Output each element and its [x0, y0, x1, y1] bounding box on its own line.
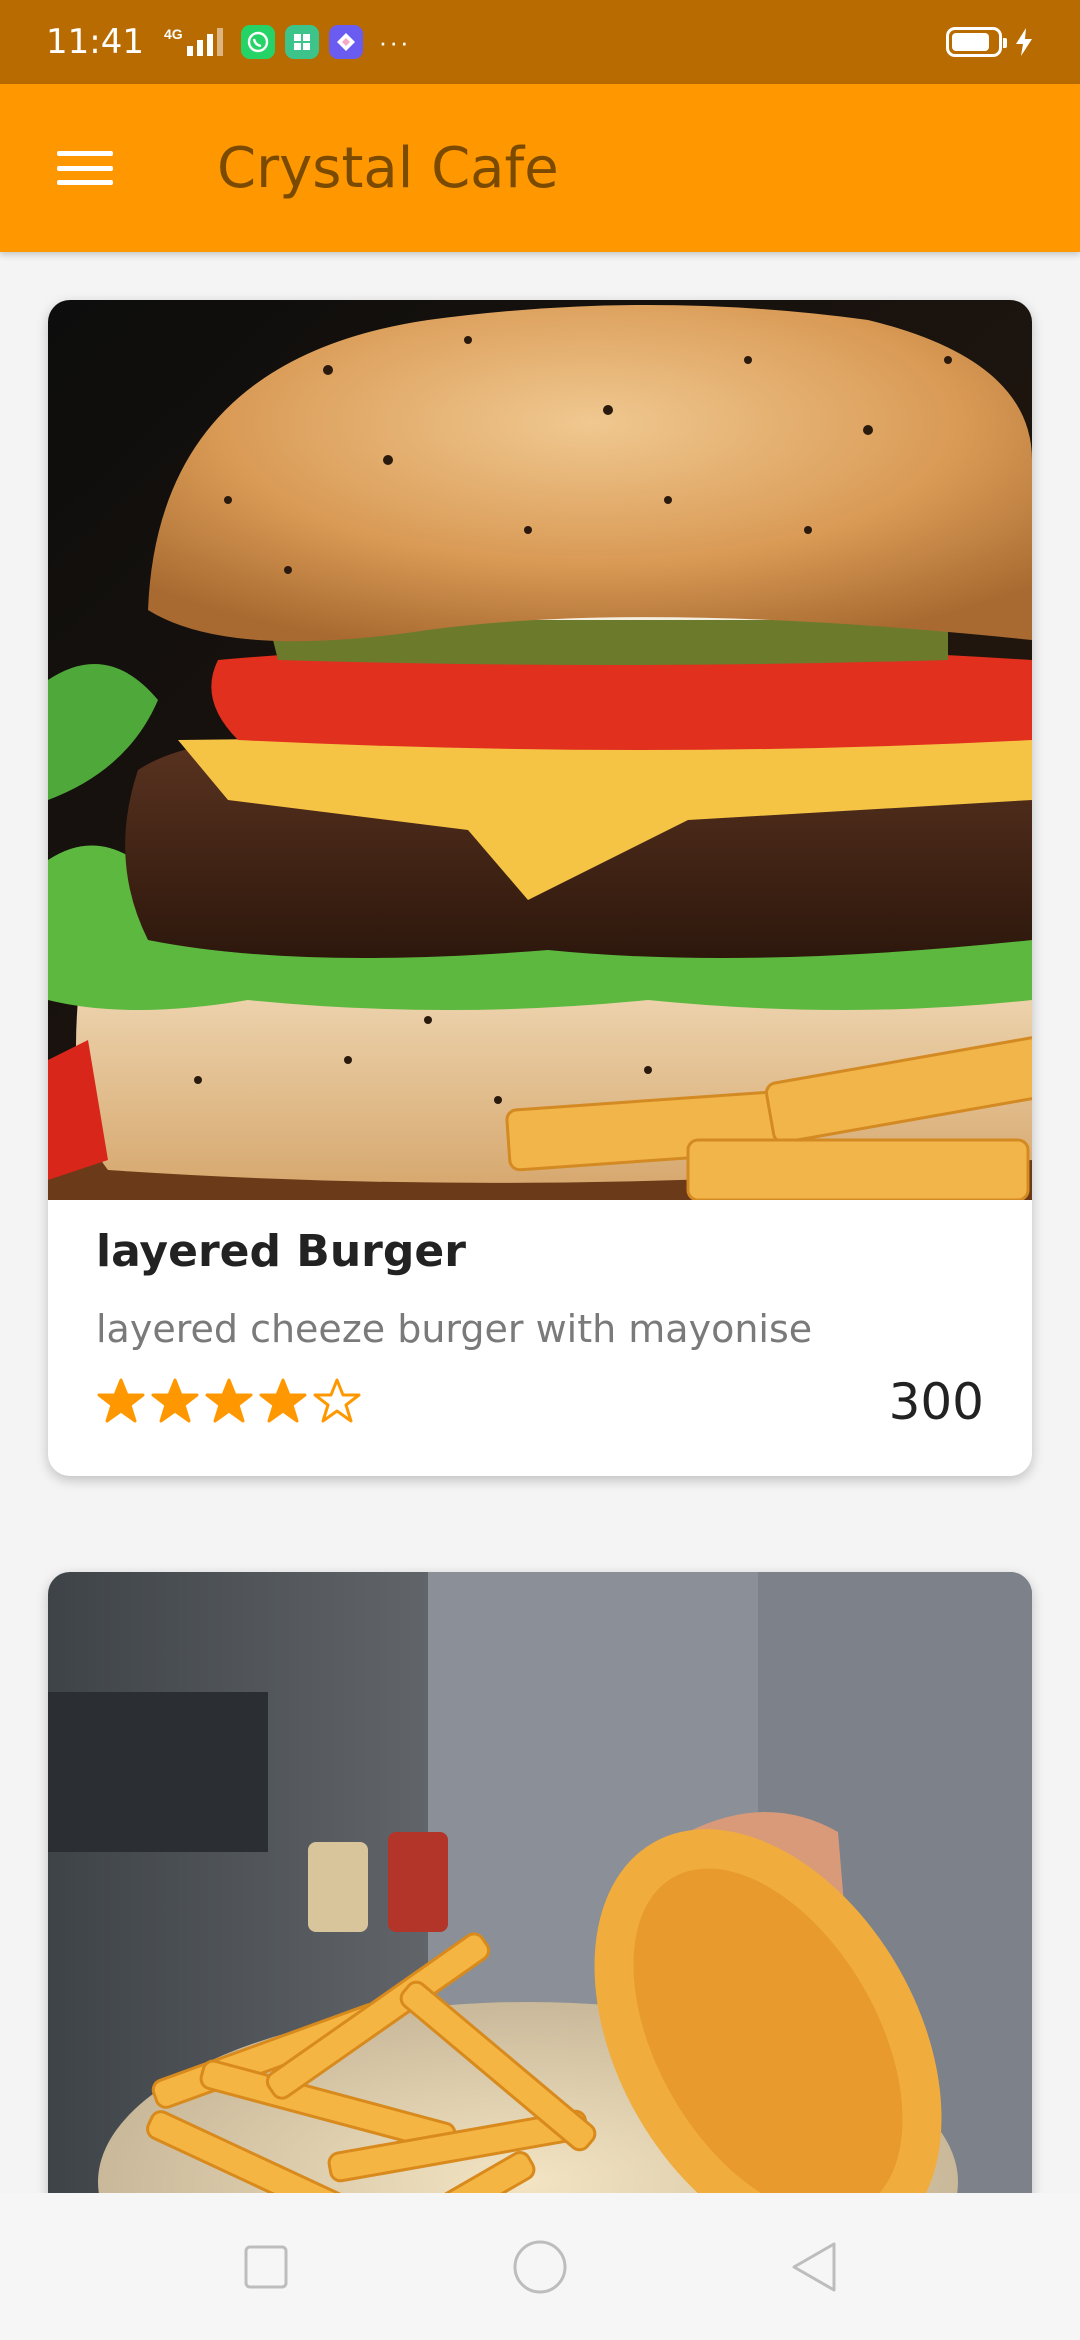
charging-bolt-icon [1016, 28, 1032, 56]
recents-square-icon[interactable] [238, 2239, 294, 2295]
battery-level-fill [952, 33, 990, 51]
back-triangle-icon[interactable] [786, 2239, 842, 2295]
item-name: layered Burger [96, 1226, 466, 1277]
hamburger-menu-icon[interactable] [57, 148, 113, 188]
battery-icon [946, 27, 1007, 57]
app-bar: Crystal Cafe [0, 84, 1080, 252]
network-type: 4G [163, 26, 183, 42]
menu-item-card[interactable]: layered Burger layered cheeze burger wit… [48, 300, 1032, 1476]
item-description: layered cheeze burger with mayonise [96, 1307, 813, 1351]
star-filled-icon [97, 1378, 145, 1423]
star-outline-icon [313, 1378, 361, 1423]
app-title: Crystal Cafe [217, 135, 559, 201]
fries-plate-photo [48, 1572, 1032, 2193]
status-bar: 11:41 4G ··· [0, 0, 1080, 84]
signal-strength-icon [186, 28, 223, 56]
rating-stars [96, 1377, 362, 1427]
item-footer: 300 [96, 1373, 984, 1431]
menu-item-card[interactable] [48, 1572, 1032, 2193]
menu-item-details: layered Burger layered cheeze burger wit… [48, 1200, 1032, 1431]
star-filled-icon [151, 1378, 199, 1423]
star-filled-icon [259, 1378, 307, 1423]
whatsapp-notification-icon [240, 25, 275, 59]
system-navigation-bar [0, 2193, 1080, 2340]
burger-photo [48, 300, 1032, 1200]
menu-list[interactable]: layered Burger layered cheeze burger wit… [0, 252, 1080, 2193]
item-price: 300 [888, 1373, 984, 1431]
home-circle-icon[interactable] [512, 2239, 568, 2295]
more-notifications-icon: ··· [378, 26, 411, 57]
app-notification-icon [328, 25, 363, 59]
status-time: 11:41 [46, 22, 144, 62]
star-filled-icon [205, 1378, 253, 1423]
battery-indicator [946, 27, 1034, 57]
calculator-notification-icon [284, 25, 319, 59]
